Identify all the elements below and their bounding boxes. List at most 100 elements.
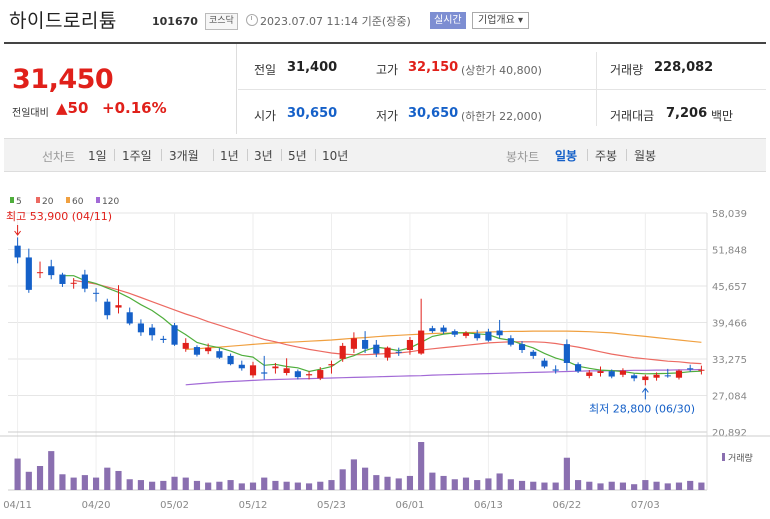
y-tick-label: 33,275 — [712, 355, 747, 366]
amount-label: 거래대금 — [610, 109, 655, 123]
volume-legend-swatch — [722, 453, 725, 461]
compare-label: 전일대비 — [12, 108, 49, 119]
candle-body — [541, 360, 548, 367]
candle-body — [507, 338, 514, 345]
volume-bar — [193, 480, 201, 490]
divider — [238, 89, 766, 90]
candle-body — [418, 330, 425, 354]
candle-body — [631, 375, 638, 379]
volume-bar — [317, 481, 324, 490]
volume-bar — [687, 480, 694, 490]
volume-bar — [474, 480, 481, 490]
volume-bar — [14, 458, 21, 490]
candle-body — [664, 375, 671, 377]
volume-bar — [518, 480, 526, 490]
candle-body — [328, 364, 335, 366]
tab-daily[interactable]: 일봉 — [555, 147, 577, 164]
volume-bar — [70, 477, 77, 490]
candle-body — [653, 374, 660, 378]
tab-3year[interactable]: 3년 — [254, 147, 273, 164]
legend-label-60: 60 — [72, 197, 84, 207]
tab-1week[interactable]: 1주일 — [122, 147, 152, 164]
tab-10year[interactable]: 10년 — [322, 147, 348, 164]
volume-bar — [575, 480, 582, 490]
candle-body — [70, 282, 77, 284]
tab-monthly[interactable]: 월봉 — [634, 147, 656, 164]
stock-code: 101670 — [152, 15, 198, 28]
upper-limit: (상한가 40,800) — [461, 64, 542, 77]
candle-body — [317, 370, 324, 379]
volume-value: 228,082 — [654, 60, 714, 75]
volume-bar — [294, 482, 301, 490]
prev-close-value: 31,400 — [287, 60, 338, 75]
prev-close-label: 전일 — [254, 63, 277, 77]
volume-bar — [395, 478, 402, 490]
candle-body — [305, 374, 313, 376]
volume-bar — [586, 481, 593, 490]
x-tick-label: 05/23 — [317, 500, 346, 511]
tab-5year[interactable]: 5년 — [288, 147, 307, 164]
volume-bar — [642, 480, 649, 490]
corp-info-button[interactable]: 기업개요 ▾ — [472, 12, 529, 29]
volume-bar — [429, 472, 436, 490]
volume-bar — [160, 480, 167, 490]
volume-bar — [25, 471, 32, 490]
tab-1year[interactable]: 1년 — [220, 147, 239, 164]
candle-body — [227, 355, 234, 365]
x-tick-label: 04/20 — [82, 500, 111, 511]
candle-body — [619, 370, 627, 375]
x-tick-label: 06/13 — [474, 500, 503, 511]
candle-body — [238, 364, 245, 369]
legend-label-120: 120 — [102, 197, 119, 207]
tab-separator — [161, 149, 162, 161]
candle-body — [115, 305, 122, 308]
candle-body — [642, 376, 649, 381]
legend-label-20: 20 — [42, 197, 54, 207]
clock-icon — [246, 14, 258, 26]
volume-bar — [675, 482, 683, 490]
tab-1day[interactable]: 1일 — [88, 147, 107, 164]
candle-body — [586, 372, 593, 376]
volume-bar — [59, 474, 66, 490]
low-label: 저가 — [376, 109, 399, 123]
tab-3month[interactable]: 3개월 — [169, 147, 199, 164]
candle-body — [440, 327, 447, 332]
amount-unit: 백만 — [711, 109, 734, 123]
volume-bar — [249, 482, 257, 490]
candle-body — [496, 330, 503, 336]
candle-body — [350, 338, 357, 349]
candle-body — [575, 364, 582, 372]
volume-bar — [563, 457, 570, 490]
candle-body — [294, 371, 301, 378]
volume-label: 거래량 — [610, 63, 644, 77]
candle-body — [272, 366, 279, 369]
tab-weekly[interactable]: 주봉 — [595, 147, 617, 164]
candle-body — [261, 372, 268, 374]
volume-bar — [608, 481, 615, 490]
candle-body — [171, 325, 178, 345]
volume-bar — [261, 477, 268, 490]
realtime-button[interactable]: 실시간 — [430, 12, 466, 29]
x-tick-label: 05/12 — [239, 500, 268, 511]
candle-body — [485, 331, 492, 341]
volume-bar — [507, 479, 514, 490]
volume-bar — [328, 480, 335, 490]
candle-body — [429, 328, 436, 332]
tab-separator — [114, 149, 115, 161]
volume-bar — [373, 475, 380, 490]
x-tick-label: 07/03 — [631, 500, 660, 511]
volume-bar — [496, 473, 503, 490]
volume-bar — [115, 470, 122, 490]
volume-bar — [137, 480, 144, 490]
candle-body — [137, 323, 144, 333]
volume-bar — [216, 481, 223, 490]
candle-body — [14, 245, 21, 258]
amount-value: 7,206 — [666, 106, 708, 121]
legend-label-5: 5 — [16, 197, 22, 207]
tab-separator — [315, 149, 316, 161]
candle-body — [530, 351, 537, 356]
volume-bar — [171, 476, 178, 490]
y-tick-label: 27,084 — [712, 392, 747, 403]
market-badge: 코스닥 — [205, 13, 238, 30]
volume-bar — [418, 442, 425, 490]
